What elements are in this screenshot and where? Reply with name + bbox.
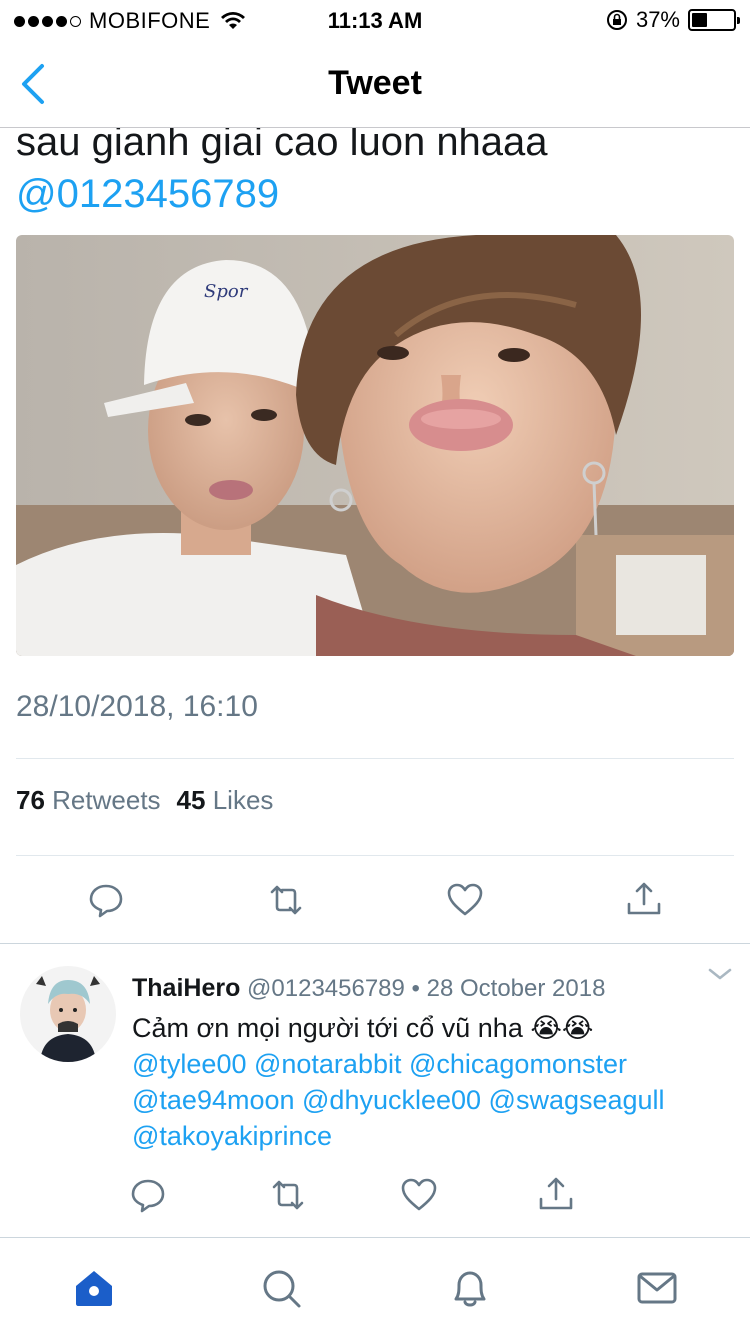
- retweets-count: 76: [16, 785, 45, 815]
- likes-stat[interactable]: 45 Likes: [177, 785, 274, 816]
- reply-author-handle: @0123456789: [247, 975, 405, 1002]
- reply-icon[interactable]: [86, 880, 126, 920]
- share-icon[interactable]: [624, 880, 664, 920]
- avatar-image: [20, 966, 116, 1062]
- tweet-timestamp: 28/10/2018, 16:10: [16, 690, 258, 723]
- notifications-icon[interactable]: [448, 1266, 492, 1310]
- battery-icon: [688, 9, 740, 31]
- tweet-photo[interactable]: Spor: [16, 235, 734, 656]
- search-icon[interactable]: [259, 1266, 303, 1310]
- status-right: 37%: [606, 7, 740, 33]
- reply-icon[interactable]: [128, 1175, 168, 1215]
- reply-text: Cảm ơn mọi người tới cổ vũ nha 😭😭 @tylee…: [132, 1010, 732, 1154]
- retweet-icon[interactable]: [266, 880, 306, 920]
- battery-percent: 37%: [635, 7, 680, 32]
- reply-separator: •: [411, 975, 420, 1002]
- svg-text:Spor: Spor: [204, 281, 249, 302]
- page-title: Tweet: [328, 64, 422, 102]
- retweet-icon[interactable]: [268, 1175, 308, 1215]
- divider: [16, 758, 734, 759]
- reply-mentions-line[interactable]: @tae94moon @dhyucklee00 @swagseagull: [132, 1082, 732, 1118]
- reply-text-line: Cảm ơn mọi người tới cổ vũ nha 😭😭: [132, 1013, 594, 1043]
- home-icon[interactable]: [72, 1266, 116, 1310]
- tweet-mention-link[interactable]: @0123456789: [16, 172, 279, 217]
- likes-label: Likes: [212, 785, 274, 815]
- reply-date: 28 October 2018: [426, 975, 606, 1002]
- retweets-stat[interactable]: 76 Retweets: [16, 785, 161, 816]
- nav-bar: Tweet: [0, 40, 750, 128]
- tweet-text: sau gianh giai cao luon nhaaa @012345678…: [0, 128, 750, 228]
- tweet-photo-image: Spor: [16, 235, 734, 656]
- share-icon[interactable]: [536, 1175, 576, 1215]
- status-bar: MOBIFONE 11:13 AM 37%: [0, 0, 750, 40]
- like-icon[interactable]: [445, 880, 485, 920]
- reply-author-name[interactable]: ThaiHero: [132, 974, 240, 1002]
- tweet-text-line: sau gianh giai cao luon nhaaa: [16, 128, 548, 164]
- avatar[interactable]: [20, 966, 116, 1062]
- retweets-label: Retweets: [52, 785, 161, 815]
- divider: [16, 855, 734, 856]
- tab-bar: [0, 1237, 750, 1334]
- chevron-down-icon[interactable]: [706, 964, 734, 984]
- likes-count: 45: [176, 785, 206, 815]
- tweet-action-bar: [0, 880, 750, 920]
- reply-mentions-line[interactable]: @takoyakiprince: [132, 1118, 732, 1154]
- reply-mentions-line[interactable]: @tylee00 @notarabbit @chicagomonster: [132, 1046, 732, 1082]
- messages-icon[interactable]: [635, 1266, 679, 1310]
- reply-header: ThaiHero @0123456789 • 28 October 2018: [132, 974, 605, 1003]
- like-icon[interactable]: [399, 1175, 439, 1215]
- tweet-stats: 76 Retweets 45 Likes: [16, 785, 273, 816]
- orientation-lock-icon: [606, 10, 627, 30]
- reply-action-bar: [0, 1175, 750, 1215]
